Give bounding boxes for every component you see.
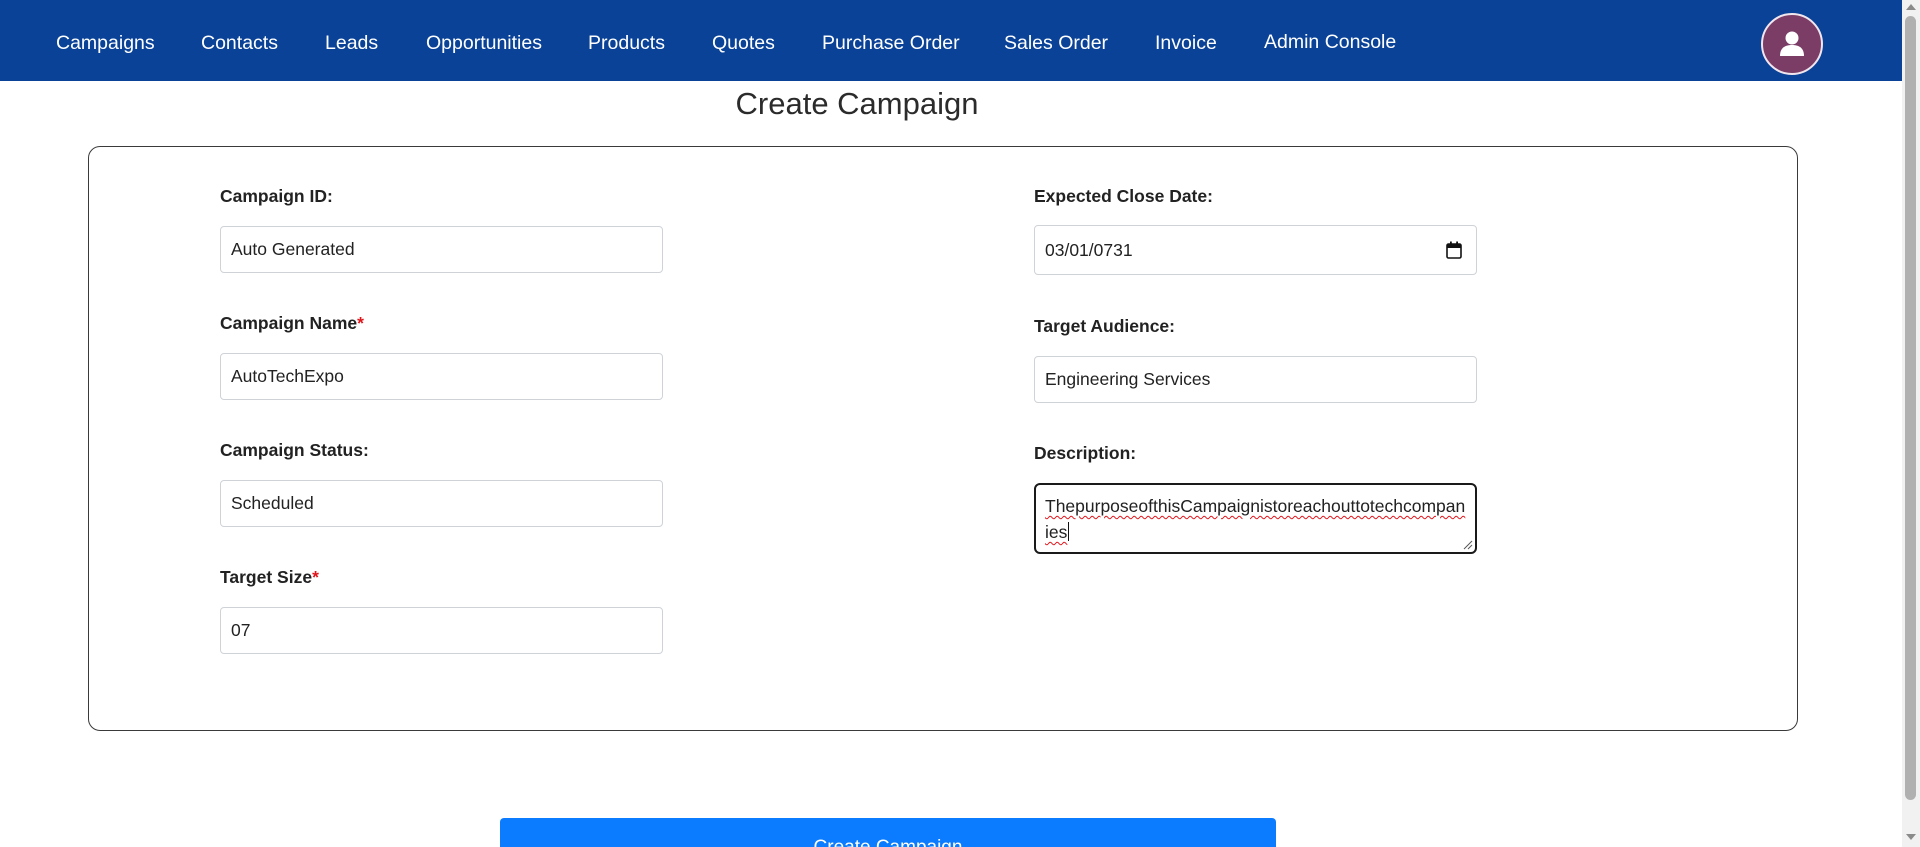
page-title: Create Campaign (735, 86, 979, 121)
nav-campaigns[interactable]: Campaigns (56, 0, 155, 81)
campaign-name-input[interactable] (220, 353, 663, 400)
expected-close-date-label: Expected Close Date: (1034, 186, 1213, 206)
description-label: Description: (1034, 443, 1137, 463)
campaign-id-label: Campaign ID: (220, 186, 333, 206)
nav-quotes[interactable]: Quotes (712, 0, 775, 81)
text-caret (1068, 522, 1070, 541)
nav-products[interactable]: Products (588, 0, 665, 81)
user-icon (1780, 31, 1804, 56)
campaign-id-input[interactable] (220, 226, 663, 273)
campaign-name-label: Campaign Name* (220, 313, 364, 333)
required-asterisk: * (312, 567, 319, 587)
resize-grip-icon[interactable] (1463, 540, 1473, 550)
campaign-status-label: Campaign Status: (220, 440, 369, 460)
nav-contacts[interactable]: Contacts (201, 0, 278, 81)
target-audience-label: Target Audience: (1034, 316, 1175, 336)
nav-admin-console[interactable]: Admin Console (1264, 0, 1396, 81)
scroll-down-arrow-icon[interactable] (1906, 834, 1916, 840)
target-audience-input[interactable] (1034, 356, 1477, 403)
create-campaign-page: Campaigns Contacts Leads Opportunities P… (0, 0, 1920, 847)
calendar-icon[interactable] (1446, 241, 1462, 259)
scrollbar-thumb[interactable] (1905, 16, 1916, 800)
top-navbar: Campaigns Contacts Leads Opportunities P… (0, 0, 1902, 81)
nav-sales-order[interactable]: Sales Order (1004, 0, 1108, 81)
campaign-form-card: Campaign ID: Campaign Name* Campaign Sta… (88, 146, 1798, 731)
description-textarea[interactable]: ThepurposeofthisCampaignistoreachouttote… (1034, 483, 1477, 554)
target-size-label: Target Size* (220, 567, 319, 587)
date-value: 03/01/0731 (1045, 240, 1133, 260)
nav-invoice[interactable]: Invoice (1155, 0, 1217, 81)
user-avatar-button[interactable] (1761, 13, 1823, 75)
target-size-input[interactable] (220, 607, 663, 654)
nav-purchase-order[interactable]: Purchase Order (822, 0, 960, 81)
expected-close-date-input[interactable]: 03/01/0731 (1034, 225, 1477, 275)
campaign-status-input[interactable] (220, 480, 663, 527)
nav-opportunities[interactable]: Opportunities (426, 0, 542, 81)
scroll-up-arrow-icon[interactable] (1906, 4, 1916, 10)
required-asterisk: * (357, 313, 364, 333)
nav-leads[interactable]: Leads (325, 0, 378, 81)
description-text: ThepurposeofthisCampaignistoreachouttote… (1045, 496, 1466, 542)
create-campaign-button[interactable]: Create Campaign (500, 818, 1276, 847)
page-scrollbar[interactable] (1902, 0, 1920, 847)
